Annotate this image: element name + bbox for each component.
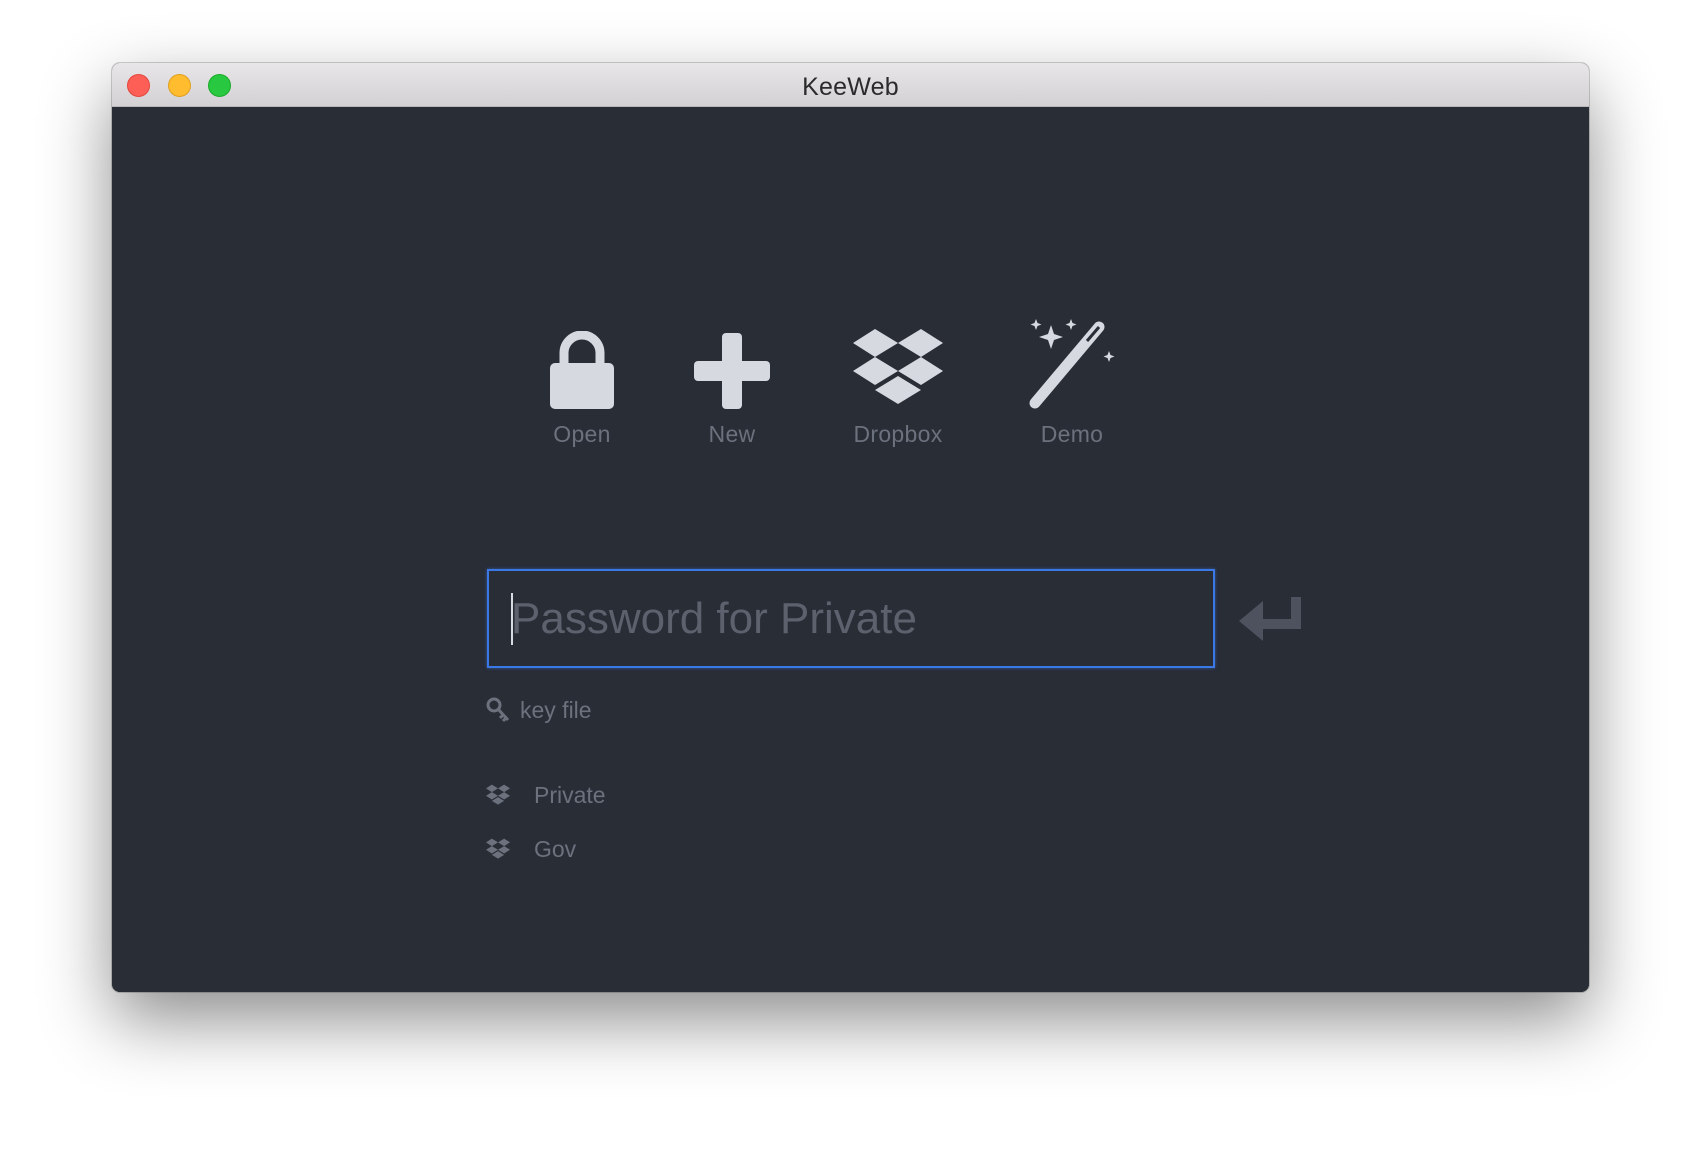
recent-file-name: Private — [534, 781, 606, 808]
dropbox-label: Dropbox — [853, 421, 943, 447]
app-window: KeeWeb Open New Dropbox Demo key file Pr… — [112, 63, 1589, 992]
magic-wand-icon — [1002, 317, 1142, 409]
password-input[interactable] — [511, 571, 1201, 666]
dropbox-icon — [486, 838, 510, 859]
demo-button[interactable]: Demo — [1002, 317, 1142, 448]
recent-file-name: Gov — [534, 835, 577, 862]
enter-arrow-icon — [1239, 597, 1301, 641]
lock-icon — [512, 317, 652, 409]
password-field-frame — [487, 569, 1215, 668]
open-label: Open — [553, 421, 611, 447]
key-file-label: key file — [520, 696, 592, 723]
dropbox-button[interactable]: Dropbox — [828, 317, 968, 448]
recent-file-item[interactable]: Gov — [486, 832, 576, 866]
key-icon — [486, 697, 510, 723]
recent-file-item[interactable]: Private — [486, 778, 606, 812]
dropbox-icon — [828, 317, 968, 409]
open-screen: Open New Dropbox Demo key file Private G… — [112, 107, 1589, 992]
enter-button[interactable] — [1239, 593, 1305, 647]
open-button[interactable]: Open — [512, 317, 652, 448]
title-bar[interactable]: KeeWeb — [112, 63, 1589, 107]
new-label: New — [708, 421, 756, 447]
dropbox-icon — [486, 784, 510, 805]
new-button[interactable]: New — [662, 317, 802, 448]
plus-icon — [662, 317, 802, 409]
demo-label: Demo — [1040, 421, 1104, 447]
window-title: KeeWeb — [802, 73, 899, 101]
key-file-link[interactable]: key file — [486, 695, 592, 725]
